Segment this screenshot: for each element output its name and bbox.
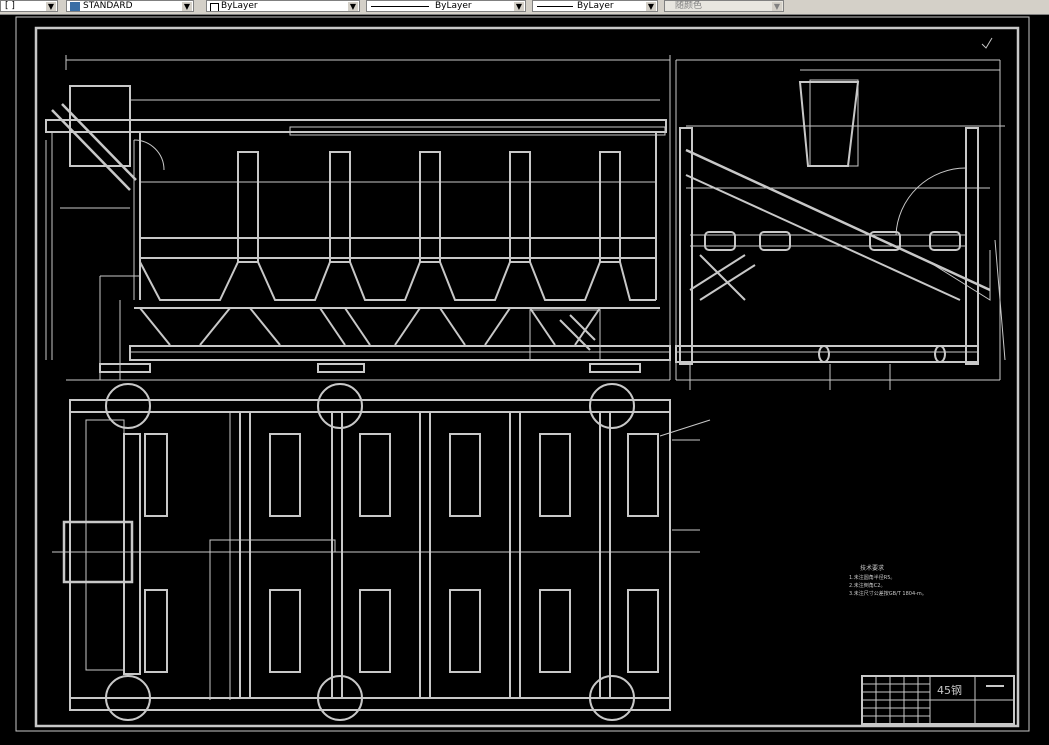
linetype-preview: [371, 6, 429, 7]
lineweight-dropdown[interactable]: ByLayer ▼: [532, 0, 658, 12]
drawing-canvas[interactable]: 45钢 技术要求 1.未注圆角半径R5。 2.未注倒角C2。 3.未注尺寸公差按…: [0, 15, 1049, 741]
roughness-symbol: [981, 37, 993, 49]
tech-req-item: 2.未注倒角C2。: [849, 582, 885, 589]
text-style-dropdown[interactable]: STANDARD ▼: [66, 0, 194, 12]
technical-requirements: 技术要求 1.未注圆角半径R5。 2.未注倒角C2。 3.未注尺寸公差按GB/T…: [849, 564, 927, 597]
chevron-down-icon[interactable]: ▼: [514, 2, 524, 11]
linetype-value: ByLayer: [435, 1, 472, 11]
chevron-down-icon[interactable]: ▼: [348, 2, 358, 11]
front-view: [45, 55, 671, 381]
side-view: [675, 59, 1006, 390]
tech-req-item: 3.未注尺寸公差按GB/T 1804-m。: [849, 590, 927, 597]
lineweight-preview: [537, 6, 573, 7]
layer-value: ByLayer: [221, 1, 258, 11]
workspace-value: [ ]: [5, 1, 15, 11]
text-style-value: STANDARD: [83, 1, 133, 11]
chevron-down-icon[interactable]: ▼: [646, 2, 656, 11]
linetype-dropdown[interactable]: ByLayer ▼: [366, 0, 526, 12]
properties-toolbar: [ ] ▼ STANDARD ▼ ByLayer ▼ ByLayer ▼ ByL…: [0, 0, 1049, 15]
layer-dropdown[interactable]: ByLayer ▼: [206, 0, 360, 12]
tech-req-item: 1.未注圆角半径R5。: [849, 574, 895, 581]
plot-style-value: 随颜色: [675, 1, 703, 11]
chevron-down-icon[interactable]: ▼: [46, 2, 56, 11]
cad-drawing[interactable]: 45钢 技术要求 1.未注圆角半径R5。 2.未注倒角C2。 3.未注尺寸公差按…: [0, 15, 1049, 741]
chevron-down-icon: ▼: [772, 2, 782, 11]
plan-view: [52, 383, 711, 721]
plot-style-dropdown: 随颜色 ▼: [664, 0, 784, 12]
material-label: 45钢: [937, 684, 962, 697]
tech-req-title: 技术要求: [860, 564, 884, 572]
color-swatch-icon: [210, 3, 219, 11]
text-style-icon: [70, 2, 80, 11]
lineweight-value: ByLayer: [577, 1, 614, 11]
workspace-dropdown[interactable]: [ ] ▼: [0, 0, 58, 12]
chevron-down-icon[interactable]: ▼: [182, 2, 192, 11]
